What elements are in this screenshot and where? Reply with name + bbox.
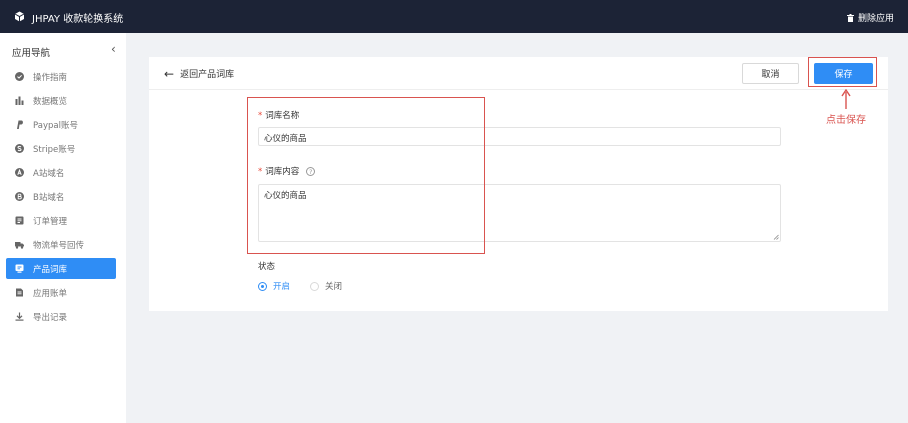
- app-logo-icon: [14, 11, 25, 22]
- name-label: * 词库名称: [258, 109, 299, 121]
- sidebar-item-label: A站域名: [33, 168, 65, 179]
- name-input[interactable]: 心仪的商品: [258, 127, 781, 146]
- circle-check-icon: [15, 72, 24, 81]
- sidebar-item-orders[interactable]: 订单管理: [6, 210, 116, 231]
- cancel-button[interactable]: 取消: [742, 63, 799, 84]
- sidebar-item-label: 数据概览: [33, 96, 68, 107]
- sidebar-heading: 应用导航: [12, 48, 51, 59]
- sidebar-item-guide[interactable]: 操作指南: [6, 66, 116, 87]
- truck-icon: [15, 240, 24, 249]
- b-circle-icon: [15, 192, 24, 201]
- required-mark: *: [258, 111, 263, 121]
- download-icon: [15, 312, 24, 321]
- sidebar-item-stripe[interactable]: Stripe账号: [6, 138, 116, 159]
- content-textarea[interactable]: 心仪的商品: [258, 184, 781, 242]
- sidebar-item-label: 产品词库: [33, 264, 68, 275]
- collapse-icon[interactable]: ‹: [111, 42, 116, 56]
- status-label: 状态: [258, 262, 276, 272]
- status-on-label[interactable]: 开启: [273, 280, 290, 292]
- sidebar-item-label: Stripe账号: [33, 144, 76, 155]
- content-label-text: 词库内容: [265, 167, 300, 177]
- status-on-radio[interactable]: [258, 281, 267, 291]
- status-off-label[interactable]: 关闭: [325, 280, 342, 292]
- status-radio-group: 开启 关闭: [258, 280, 342, 292]
- paypal-icon: [15, 120, 24, 129]
- delete-app-label: 删除应用: [857, 14, 894, 24]
- arrow-up-icon: [841, 89, 851, 109]
- annotation-text: 点击保存: [826, 115, 866, 126]
- top-bar: JHPAY 收款轮换系统 删除应用: [0, 0, 908, 33]
- trash-icon: [846, 13, 854, 22]
- bill-icon: [15, 288, 24, 297]
- sidebar-item-b-domain[interactable]: B站域名: [6, 186, 116, 207]
- sidebar-item-label: 应用账单: [33, 288, 68, 299]
- back-link[interactable]: ← 返回产品词库: [164, 66, 235, 81]
- a-circle-icon: [15, 168, 24, 177]
- stripe-icon: [15, 144, 24, 153]
- resize-handle-icon[interactable]: [773, 234, 779, 240]
- sidebar-item-a-domain[interactable]: A站域名: [6, 162, 116, 183]
- save-button[interactable]: 保存: [814, 63, 873, 84]
- edit-lexicon-card: ← 返回产品词库 取消 保存 * 词库名称 心仪的商品 * 词库内容? 心仪的商品 …: [149, 57, 888, 311]
- sidebar-item-label: 订单管理: [33, 216, 68, 227]
- sidebar: 应用导航 ‹ 操作指南 数据概览 Paypal账号 Stripe账号 A站域名 …: [0, 33, 126, 423]
- content-label: * 词库内容?: [258, 165, 316, 177]
- back-label: 返回产品词库: [180, 70, 235, 80]
- sidebar-item-label: 操作指南: [33, 72, 68, 83]
- sidebar-item-paypal[interactable]: Paypal账号: [6, 114, 116, 135]
- sidebar-item-label: Paypal账号: [33, 120, 78, 131]
- sidebar-item-overview[interactable]: 数据概览: [6, 90, 116, 111]
- arrow-left-icon: ←: [164, 66, 175, 81]
- delete-app-button[interactable]: 删除应用: [846, 11, 894, 24]
- content-textarea-value: 心仪的商品: [264, 191, 307, 201]
- status-off-radio[interactable]: [310, 281, 320, 291]
- sidebar-item-logistics[interactable]: 物流单号回传: [6, 234, 116, 255]
- name-label-text: 词库名称: [265, 111, 300, 121]
- card-header: ← 返回产品词库 取消 保存: [149, 57, 888, 90]
- sidebar-item-label: 物流单号回传: [33, 240, 85, 251]
- sidebar-item-label: 导出记录: [33, 312, 68, 323]
- sidebar-item-export-records[interactable]: 导出记录: [6, 306, 116, 327]
- sidebar-item-label: B站域名: [33, 192, 65, 203]
- required-mark: *: [258, 167, 263, 177]
- bar-chart-icon: [15, 96, 24, 105]
- name-input-value: 心仪的商品: [264, 134, 307, 144]
- order-icon: [15, 216, 24, 225]
- sidebar-item-app-bill[interactable]: 应用账单: [6, 282, 116, 303]
- app-title: JHPAY 收款轮换系统: [32, 14, 124, 25]
- help-icon[interactable]: ?: [306, 167, 316, 176]
- product-icon: [15, 264, 24, 273]
- sidebar-item-product-lexicon[interactable]: 产品词库: [6, 258, 116, 279]
